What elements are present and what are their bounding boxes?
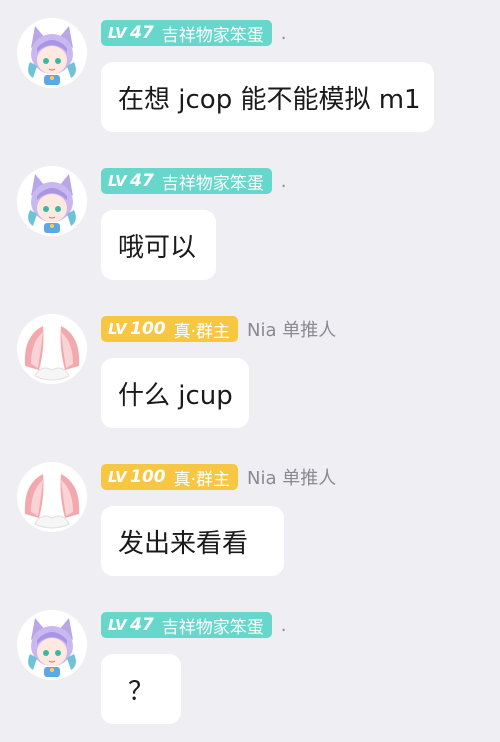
level-prefix: LV (108, 172, 127, 190)
level-number: 100 (130, 319, 166, 339)
level-prefix: LV (108, 468, 127, 486)
level-prefix: LV (108, 24, 127, 42)
anime-girl-avatar-icon[interactable] (17, 166, 87, 236)
member-title: 吉祥物家笨蛋 (161, 617, 264, 638)
level-prefix: LV (108, 616, 127, 634)
member-level-badge[interactable]: LV 100 真·群主 (101, 464, 239, 490)
sender-nickname[interactable]: . (281, 171, 287, 192)
member-level-badge[interactable]: LV 100 真·群主 (101, 316, 239, 342)
pink-ears-avatar-icon[interactable] (17, 314, 87, 384)
level-number: 47 (130, 615, 154, 635)
message-bubble[interactable]: 发出来看看 (101, 506, 284, 576)
level-number: 100 (130, 467, 166, 487)
message-header: LV 47 吉祥物家笨蛋 . (101, 168, 287, 194)
message-bubble[interactable]: ？ (101, 654, 181, 724)
level-number: 47 (130, 23, 154, 43)
message-bubble[interactable]: 在想 jcop 能不能模拟 m1 (101, 62, 434, 132)
member-title: 真·群主 (173, 321, 231, 342)
message-header: LV 47 吉祥物家笨蛋 . (101, 20, 287, 46)
message-bubble[interactable]: 哦可以 (101, 210, 216, 280)
level-prefix: LV (108, 320, 127, 338)
member-level-badge[interactable]: LV 47 吉祥物家笨蛋 (101, 20, 272, 46)
member-level-badge[interactable]: LV 47 吉祥物家笨蛋 (101, 612, 272, 638)
sender-nickname[interactable]: Nia 单推人 (247, 316, 336, 342)
level-number: 47 (130, 171, 154, 191)
sender-nickname[interactable]: Nia 单推人 (247, 464, 336, 490)
sender-nickname[interactable]: . (281, 23, 287, 44)
message-header: LV 100 真·群主 Nia 单推人 (101, 316, 336, 342)
message-header: LV 100 真·群主 Nia 单推人 (101, 464, 336, 490)
member-title: 吉祥物家笨蛋 (161, 25, 264, 46)
pink-ears-avatar-icon[interactable] (17, 462, 87, 532)
anime-girl-avatar-icon[interactable] (17, 18, 87, 88)
message-bubble[interactable]: 什么 jcup (101, 358, 249, 428)
message-header: LV 47 吉祥物家笨蛋 . (101, 612, 287, 638)
member-title: 吉祥物家笨蛋 (161, 173, 264, 194)
anime-girl-avatar-icon[interactable] (17, 610, 87, 680)
sender-nickname[interactable]: . (281, 615, 287, 636)
member-level-badge[interactable]: LV 47 吉祥物家笨蛋 (101, 168, 272, 194)
member-title: 真·群主 (173, 469, 231, 490)
